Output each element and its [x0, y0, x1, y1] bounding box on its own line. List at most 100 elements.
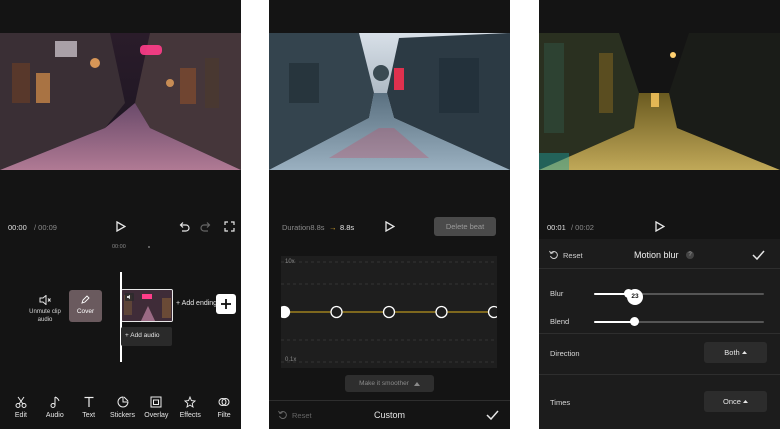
caret-up-icon — [413, 381, 420, 386]
sliders-divider — [539, 333, 780, 334]
reset-button[interactable]: Reset — [563, 251, 583, 260]
tool-text-label: Text — [82, 412, 96, 419]
tool-audio[interactable]: Audio — [38, 390, 72, 429]
total-time: / 00:09 — [34, 223, 57, 232]
delete-beat-button[interactable]: Delete beat — [434, 217, 496, 236]
blur-label: Blur — [550, 289, 564, 298]
sticker-icon — [117, 396, 129, 408]
add-audio-button[interactable]: + Add audio — [121, 327, 172, 346]
effects-icon — [184, 396, 197, 408]
motion-blur-screen: 00:01 / 00:02 Reset Motion blur ? Blur 2… — [539, 0, 780, 429]
blend-label: Blend — [550, 317, 570, 326]
text-icon — [84, 396, 94, 407]
duration-arrow: → — [329, 223, 337, 232]
blend-slider-fill — [594, 321, 635, 323]
tool-filters[interactable]: Filte — [207, 390, 241, 429]
tool-effects-label: Effects — [179, 412, 201, 419]
blur-slider-fill — [594, 293, 628, 295]
video-clip-track[interactable] — [121, 289, 173, 322]
ruler-dot — [148, 246, 150, 248]
direction-value: Both — [724, 348, 740, 357]
cover-button[interactable]: Cover — [69, 290, 102, 322]
blur-slider[interactable] — [594, 293, 764, 295]
night-street-image — [0, 33, 241, 170]
tool-stickers-label: Stickers — [110, 412, 135, 419]
pencil-icon — [81, 295, 90, 304]
add-clip-button[interactable] — [216, 294, 236, 314]
curve-point-5[interactable] — [487, 305, 498, 319]
filter-icon — [218, 398, 230, 406]
direction-label: Direction — [550, 349, 580, 358]
times-value: Once — [723, 397, 741, 406]
direction-select[interactable]: Both — [704, 342, 767, 363]
header-divider — [539, 268, 780, 269]
tool-stickers[interactable]: Stickers — [106, 390, 140, 429]
curve-point-3[interactable] — [382, 305, 396, 319]
editor-screen: 00:00 / 00:09 00:00 Unmute clip audio Co… — [0, 0, 241, 429]
bottom-divider — [269, 400, 510, 401]
current-time: 00:01 — [547, 223, 566, 232]
tool-effects[interactable]: Effects — [173, 390, 207, 429]
undo-icon[interactable] — [178, 221, 190, 233]
delete-beat-label: Delete beat — [445, 222, 485, 231]
curve-point-4[interactable] — [435, 305, 448, 319]
tool-edit-label: Edit — [14, 412, 27, 419]
overlay-icon — [150, 396, 162, 408]
speed-curve-screen: Duration8.8s → 8.8s Delete beat 10x 0.1x… — [269, 0, 510, 429]
play-icon[interactable] — [655, 221, 665, 232]
timeline-ruler-mark: 00:00 — [112, 244, 126, 250]
max-speed-label: 10x — [285, 259, 295, 265]
fullscreen-icon[interactable] — [224, 221, 235, 232]
play-icon[interactable] — [385, 221, 395, 232]
speed-curve-graph[interactable] — [281, 256, 497, 368]
alley-image — [269, 33, 510, 170]
cover-label: Cover — [76, 308, 95, 315]
help-icon[interactable]: ? — [686, 251, 694, 259]
plus-icon — [221, 299, 231, 309]
playhead[interactable] — [120, 272, 122, 362]
new-duration: 8.8s — [340, 223, 355, 232]
reset-icon[interactable] — [549, 250, 558, 259]
curve-point-1[interactable] — [281, 305, 291, 319]
current-time: 00:00 — [8, 223, 27, 232]
tool-filters-label: Filte — [217, 412, 231, 419]
video-preview[interactable] — [539, 33, 780, 170]
unmute-clip-audio-label[interactable]: Unmute clip audio — [28, 308, 62, 324]
min-speed-label: 0.1x — [285, 357, 297, 363]
add-audio-label: + Add audio — [125, 332, 160, 339]
caret-up-icon — [741, 351, 747, 354]
tool-edit[interactable]: Edit — [4, 390, 38, 429]
make-smoother-button[interactable]: Make it smoother — [345, 375, 434, 392]
clip-mute-icon — [125, 293, 134, 301]
play-icon[interactable] — [116, 221, 126, 232]
tool-overlay-label: Overlay — [144, 412, 169, 419]
add-ending-button[interactable]: + Add ending — [176, 300, 217, 307]
times-label: Times — [550, 398, 571, 407]
make-smoother-label: Make it smoother — [359, 380, 409, 387]
confirm-check-icon[interactable] — [752, 250, 765, 260]
duration-label: Duration8.8s — [282, 223, 325, 232]
total-time: / 00:02 — [571, 223, 594, 232]
panel-title: Custom — [373, 410, 405, 420]
video-preview[interactable] — [269, 33, 510, 170]
blur-value-bubble: 23 — [627, 289, 643, 305]
bottom-toolbar: Edit Audio Text Stickers Overlay Effects… — [0, 390, 241, 429]
scissors-icon — [15, 396, 27, 408]
panel-title: Motion blur — [634, 250, 679, 260]
redo-icon[interactable] — [200, 221, 212, 233]
tool-overlay[interactable]: Overlay — [139, 390, 173, 429]
tool-text[interactable]: Text — [72, 390, 106, 429]
caret-up-icon — [742, 400, 748, 403]
curve-point-2[interactable] — [330, 305, 343, 319]
times-select[interactable]: Once — [704, 391, 767, 412]
video-preview[interactable] — [0, 33, 241, 170]
tool-audio-label: Audio — [45, 412, 64, 419]
direction-divider — [539, 374, 780, 375]
speaker-icon[interactable] — [39, 295, 51, 305]
dark-alley-image — [539, 33, 780, 170]
confirm-check-icon[interactable] — [486, 410, 499, 420]
blend-slider[interactable] — [594, 321, 764, 323]
speed-curve-editor[interactable]: 10x 0.1x — [281, 256, 497, 368]
music-note-icon — [50, 396, 60, 408]
blur-value: 23 — [631, 293, 639, 300]
